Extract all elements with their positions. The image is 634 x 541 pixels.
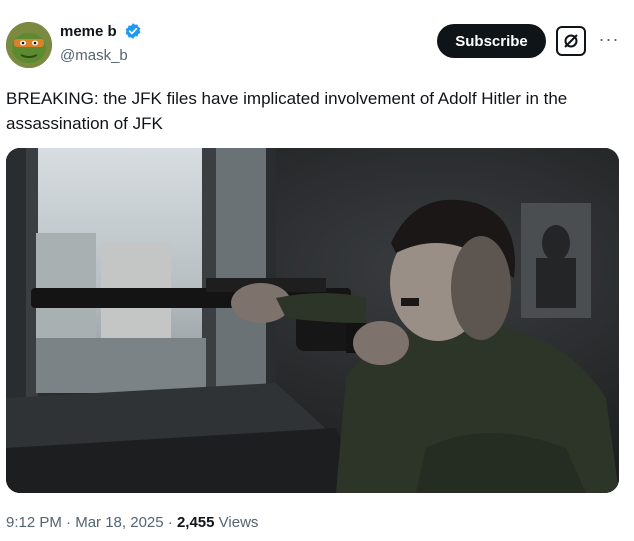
more-options-button[interactable]: ···	[596, 26, 622, 52]
tweet-media-image[interactable]	[6, 148, 619, 493]
tweet-meta: 9:12 PM · Mar 18, 2025 · 2,455 Views	[6, 514, 258, 531]
views-label: Views	[218, 514, 259, 531]
turtle-avatar-icon	[6, 22, 52, 68]
avatar[interactable]	[6, 22, 52, 68]
display-name[interactable]: meme b	[60, 23, 117, 40]
grok-button[interactable]	[556, 26, 586, 56]
meta-separator: ·	[167, 514, 173, 531]
views-count[interactable]: 2,455	[177, 514, 215, 531]
verified-badge-icon[interactable]	[124, 22, 142, 40]
photo-man-with-rifle	[6, 148, 619, 493]
handle[interactable]: @mask_b	[60, 47, 128, 64]
post-date[interactable]: Mar 18, 2025	[75, 514, 163, 531]
meta-separator: ·	[66, 514, 72, 531]
grok-slash-icon	[564, 34, 578, 48]
subscribe-button[interactable]: Subscribe	[437, 24, 546, 58]
tweet-text: BREAKING: the JFK files have implicated …	[6, 89, 568, 133]
post-time[interactable]: 9:12 PM	[6, 514, 62, 531]
